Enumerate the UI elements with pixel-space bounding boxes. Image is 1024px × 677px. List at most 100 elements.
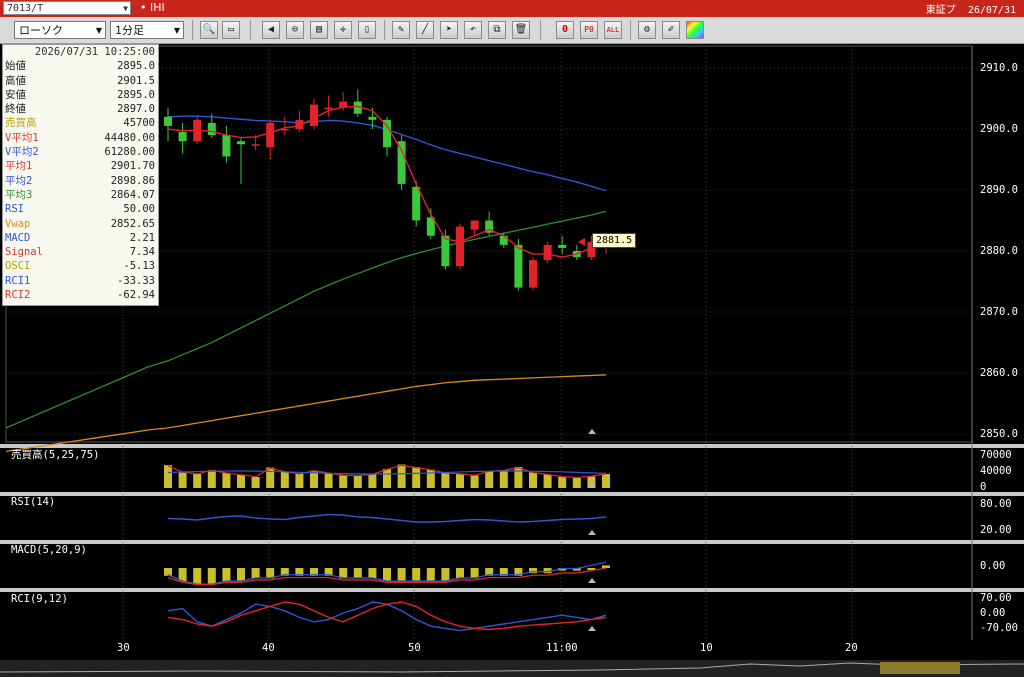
candle-body [237, 141, 245, 145]
volume-bar [237, 475, 245, 488]
reset-zero-icon[interactable]: 0 [556, 21, 574, 39]
candle-body [514, 244, 523, 288]
info-label: RSI [5, 203, 24, 216]
info-label: Vwap [5, 217, 31, 230]
last-price-arrow [578, 237, 585, 246]
info-value: 44480.00 [104, 131, 155, 144]
trash-icon[interactable]: 🗑 [512, 21, 530, 39]
settings-icon[interactable]: ⚙ [638, 21, 656, 39]
macd-histogram-bar [397, 568, 406, 581]
macd-panel-title: MACD(5,20,9) [11, 544, 87, 556]
candle-body [222, 135, 231, 157]
info-value: 2901.70 [110, 160, 155, 173]
volume-bar [295, 474, 304, 488]
macd-histogram-bar [441, 568, 450, 581]
candle-body [251, 144, 260, 146]
candle-body [412, 186, 421, 221]
interval-select[interactable]: 1分足 ▼ [110, 21, 184, 39]
candle-body [543, 244, 552, 261]
volume-panel-title: 売買高(5,25,75) [11, 449, 100, 461]
volume-bar [485, 471, 494, 488]
macd-histogram-bar [426, 568, 435, 581]
candle-body [470, 220, 479, 230]
chart-type-select[interactable]: ローソク ▼ [14, 21, 106, 39]
info-value: 2895.0 [117, 88, 155, 101]
volume-bar [470, 475, 479, 488]
info-timestamp: 2026/07/31 10:25:00 [34, 46, 155, 58]
info-value: 50.00 [123, 203, 155, 216]
chevron-down-icon: ▼ [95, 26, 102, 35]
blank-icon[interactable]: ▯ [358, 21, 376, 39]
scroll-marker-icon [588, 578, 596, 583]
bottom-scrollbar [0, 660, 1024, 677]
all-icon[interactable]: ALL [604, 21, 622, 39]
info-value: 2895.0 [117, 60, 155, 73]
pen-icon[interactable]: ✐ [662, 21, 680, 39]
zoom-out-icon[interactable]: ⊖ [286, 21, 304, 39]
volume-bar [280, 471, 289, 488]
info-row: 平均3 2864.07 [3, 188, 158, 202]
price-tick: 2870.0 [980, 306, 1018, 318]
price-tick: 2910.0 [980, 62, 1018, 74]
chart-icon[interactable]: ▤ [310, 21, 328, 39]
candle-body [456, 226, 464, 267]
volume-bar [602, 474, 610, 488]
panel-separator [0, 540, 1024, 544]
candle-body [266, 122, 275, 148]
info-value: -62.94 [117, 289, 155, 302]
pencil-icon[interactable]: ✎ [392, 21, 410, 39]
trendline-icon[interactable]: ╱ [416, 21, 434, 39]
macd-histogram-bar [193, 568, 202, 584]
candle-body [441, 235, 450, 267]
info-label: 平均3 [5, 188, 33, 201]
info-value: -33.33 [117, 274, 155, 287]
time-tick: 20 [845, 642, 858, 654]
symbol-input[interactable]: 7013/T ▼ [3, 1, 131, 15]
info-label: 平均1 [5, 160, 33, 173]
period-zero-icon[interactable]: P0 [580, 21, 598, 39]
color-palette-icon[interactable] [686, 21, 704, 39]
rci-tick: -70.00 [980, 622, 1018, 634]
info-label: V平均2 [5, 146, 39, 159]
info-value: 45700 [123, 117, 155, 130]
info-label: V平均1 [5, 131, 39, 144]
chevron-down-icon: ▼ [173, 26, 180, 35]
chevron-down-icon[interactable]: ▼ [123, 2, 128, 16]
undo-icon[interactable]: ↶ [464, 21, 482, 39]
volume-bar [339, 475, 348, 488]
time-tick: 30 [117, 642, 130, 654]
title-bar: 7013/T ▼ • IHI 東証プ 26/07/31 [0, 0, 1024, 17]
market-info: 東証プ 26/07/31 [920, 1, 1016, 16]
price-tick: 2880.0 [980, 245, 1018, 257]
candle-body [529, 260, 537, 288]
candle-body [324, 107, 333, 110]
candle-body [207, 122, 216, 136]
volume-bar [324, 473, 333, 488]
info-value: 2864.07 [110, 188, 155, 201]
zoom-in-icon[interactable]: 🔍 [200, 21, 218, 39]
volume-bar [397, 464, 406, 488]
scroll-left-icon[interactable]: ◀ [262, 21, 280, 39]
info-value: 2897.0 [117, 103, 155, 116]
volume-tick: 0 [980, 481, 987, 493]
copy-icon[interactable]: ⧉ [488, 21, 506, 39]
volume-bar [383, 469, 391, 488]
info-row: 安値 2895.0 [3, 88, 158, 102]
macd-histogram-bar [251, 568, 260, 579]
info-value: 2852.65 [110, 217, 155, 230]
price-tick: 2850.0 [980, 428, 1018, 440]
crosshair-icon[interactable]: ✛ [334, 21, 352, 39]
volume-bar [353, 476, 362, 488]
rsi-line [167, 513, 607, 523]
macd-histogram-bar [353, 568, 362, 579]
last-price-tag: 2881.5 [592, 233, 637, 248]
market-name: 東証プ [925, 5, 956, 16]
info-value: 61280.00 [104, 146, 155, 159]
panel-separator [0, 588, 1024, 592]
pointer-icon[interactable]: ➤ [440, 21, 458, 39]
info-value: -5.13 [123, 260, 155, 273]
window-icon[interactable]: ▭ [222, 21, 240, 39]
rci-panel-title: RCI(9,12) [11, 593, 68, 605]
panel-separator [0, 492, 1024, 496]
info-row: RSI 50.00 [3, 202, 158, 216]
